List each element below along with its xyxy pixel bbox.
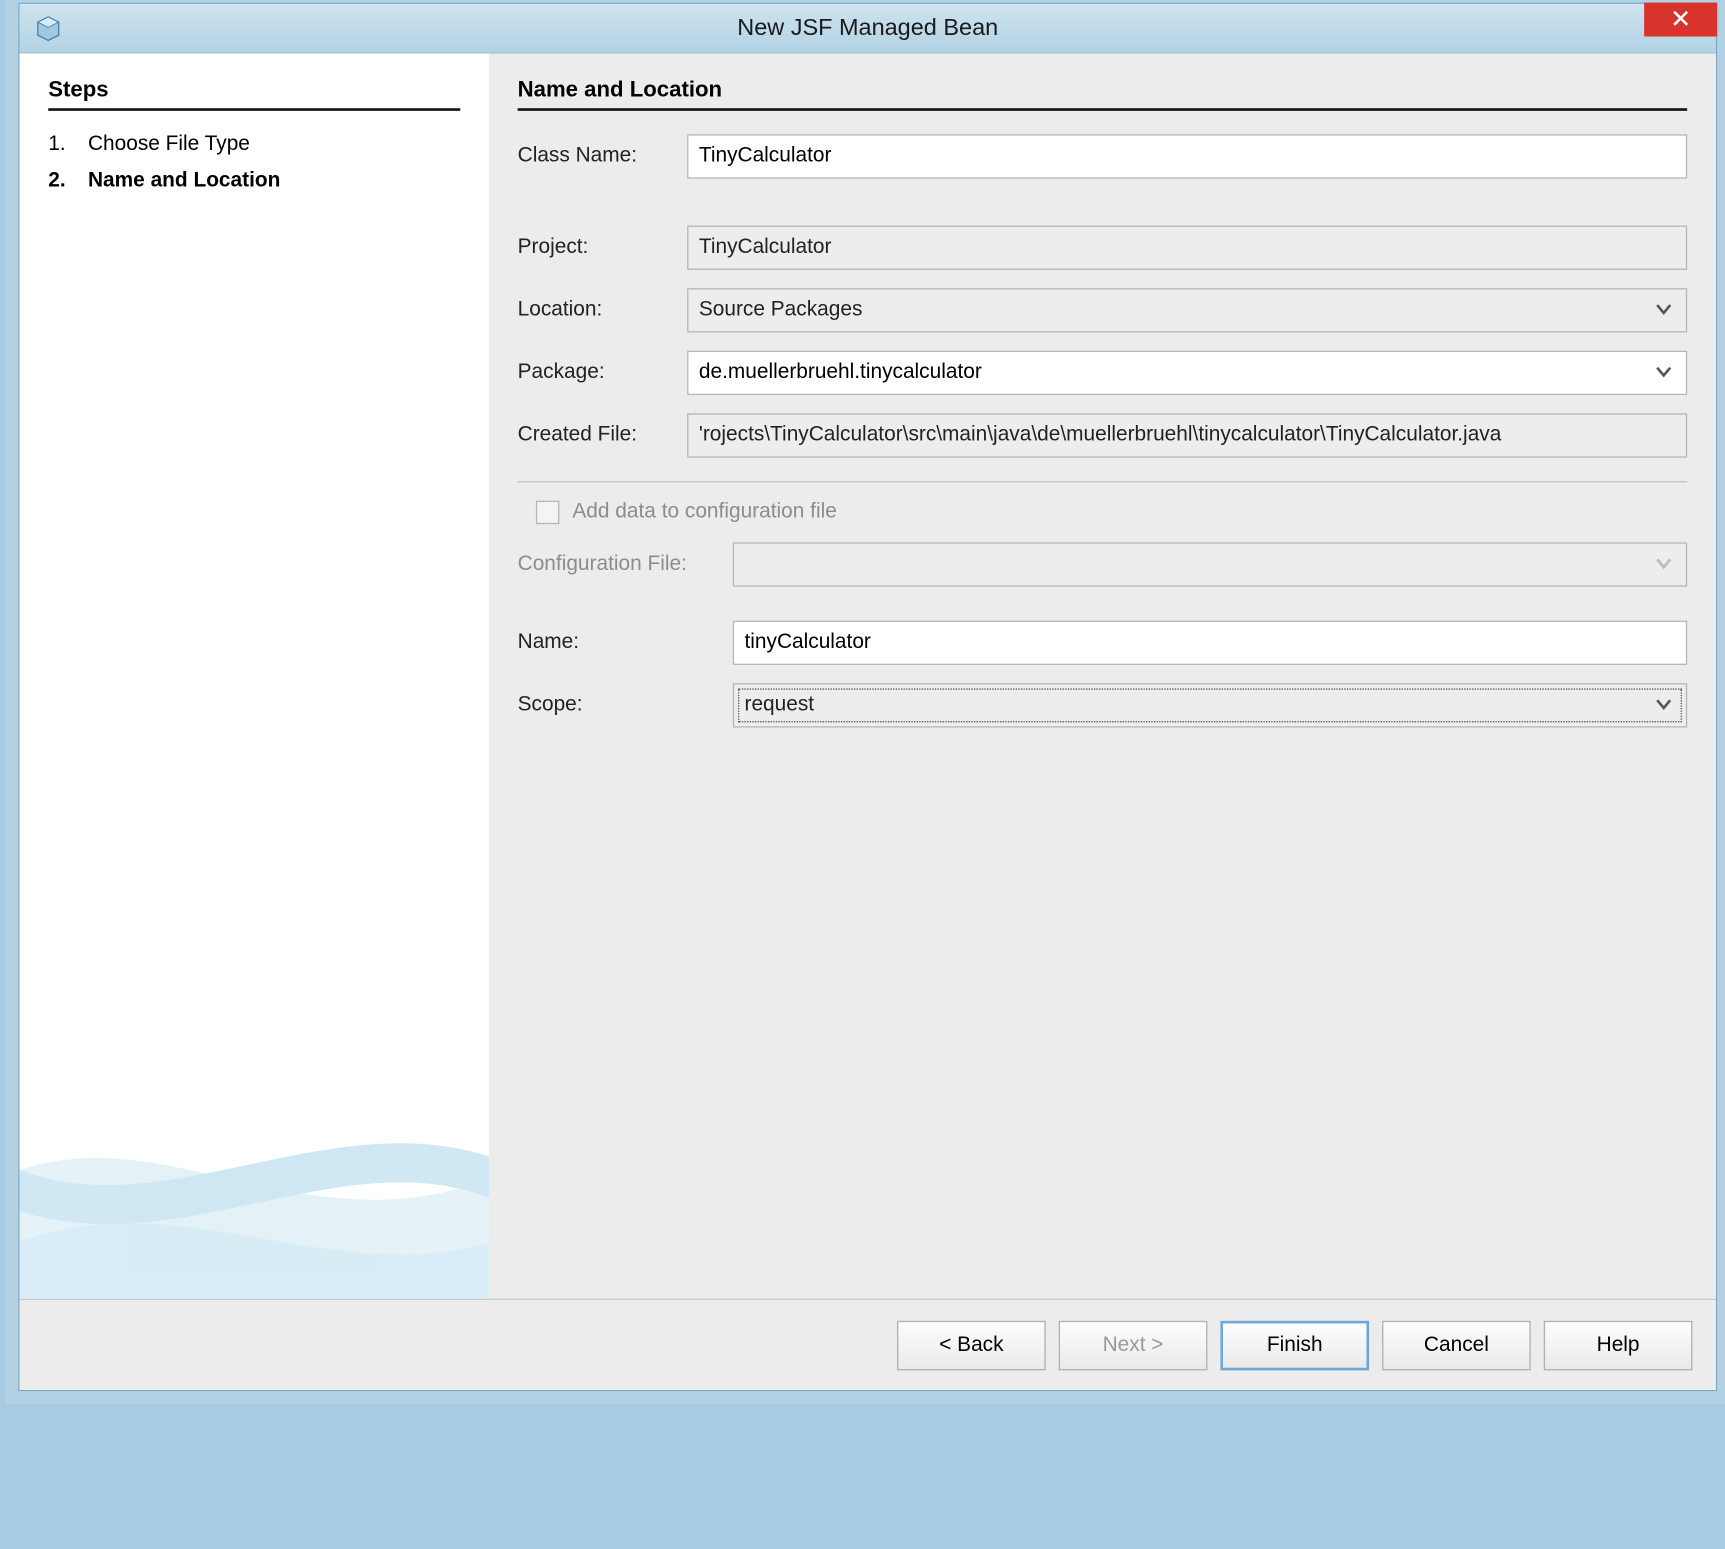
created-file-value: [699, 415, 1676, 457]
back-button[interactable]: < Back: [897, 1320, 1046, 1370]
close-button[interactable]: [1644, 3, 1717, 37]
decorative-wave: [20, 947, 489, 1299]
titlebar: New JSF Managed Bean: [20, 4, 1716, 54]
close-icon: [1673, 9, 1689, 30]
footer-buttons: < Back Next > Finish Cancel Help: [20, 1299, 1716, 1390]
row-location: Location: Source Packages: [518, 288, 1688, 332]
package-label: Package:: [518, 361, 688, 384]
app-icon: [35, 15, 61, 41]
class-name-label: Class Name:: [518, 145, 688, 168]
cancel-button[interactable]: Cancel: [1382, 1320, 1531, 1370]
finish-button[interactable]: Finish: [1220, 1320, 1369, 1370]
location-value: Source Packages: [699, 299, 863, 322]
location-select[interactable]: Source Packages: [687, 288, 1687, 332]
step-number: 1.: [48, 133, 82, 156]
row-created-file: Created File:: [518, 413, 1688, 457]
created-file-label: Created File:: [518, 424, 688, 447]
next-button: Next >: [1059, 1320, 1208, 1370]
wizard-window: New JSF Managed Bean Steps 1. Choose Fil…: [18, 3, 1717, 1392]
step-number: 2.: [48, 170, 82, 193]
project-label: Project:: [518, 236, 688, 259]
row-scope: Scope: request: [518, 683, 1688, 727]
add-config-checkbox: [536, 501, 559, 524]
name-input[interactable]: [733, 621, 1687, 665]
class-name-input[interactable]: [687, 134, 1687, 178]
chevron-down-icon: [1655, 553, 1673, 576]
name-label: Name:: [518, 631, 733, 654]
row-package: Package:: [518, 351, 1688, 395]
form-panel: Name and Location Class Name: Project: L…: [489, 53, 1716, 1298]
config-file-select: [733, 542, 1687, 586]
package-field[interactable]: [699, 352, 1676, 394]
scope-select[interactable]: request: [733, 683, 1687, 727]
row-project: Project:: [518, 226, 1688, 270]
row-config-file: Configuration File:: [518, 542, 1688, 586]
chevron-down-icon: [1655, 299, 1673, 322]
row-name: Name:: [518, 621, 1688, 665]
add-config-checkbox-row: Add data to configuration file: [536, 501, 1687, 524]
step-label: Choose File Type: [88, 133, 250, 155]
help-button[interactable]: Help: [1544, 1320, 1693, 1370]
scope-label: Scope:: [518, 694, 733, 717]
add-config-label: Add data to configuration file: [572, 501, 836, 524]
project-value: [699, 227, 1676, 269]
config-file-label: Configuration File:: [518, 553, 733, 576]
chevron-down-icon: [1655, 694, 1673, 717]
scope-value: request: [745, 694, 815, 717]
steps-list: 1. Choose File Type 2. Name and Location: [48, 126, 460, 199]
step-item: 1. Choose File Type: [48, 126, 460, 163]
package-combo[interactable]: [687, 351, 1687, 395]
created-file-field: [687, 413, 1687, 457]
step-item: 2. Name and Location: [48, 163, 460, 200]
name-field[interactable]: [745, 622, 1676, 664]
divider: [518, 481, 1688, 482]
steps-sidebar: Steps 1. Choose File Type 2. Name and Lo…: [20, 53, 489, 1298]
window-title: New JSF Managed Bean: [737, 14, 998, 41]
step-label: Name and Location: [88, 170, 280, 192]
class-name-field[interactable]: [699, 136, 1676, 178]
form-heading: Name and Location: [518, 77, 1688, 111]
project-field: [687, 226, 1687, 270]
location-label: Location:: [518, 299, 688, 322]
steps-heading: Steps: [48, 77, 460, 111]
wizard-body: Steps 1. Choose File Type 2. Name and Lo…: [20, 53, 1716, 1298]
row-class-name: Class Name:: [518, 134, 1688, 178]
